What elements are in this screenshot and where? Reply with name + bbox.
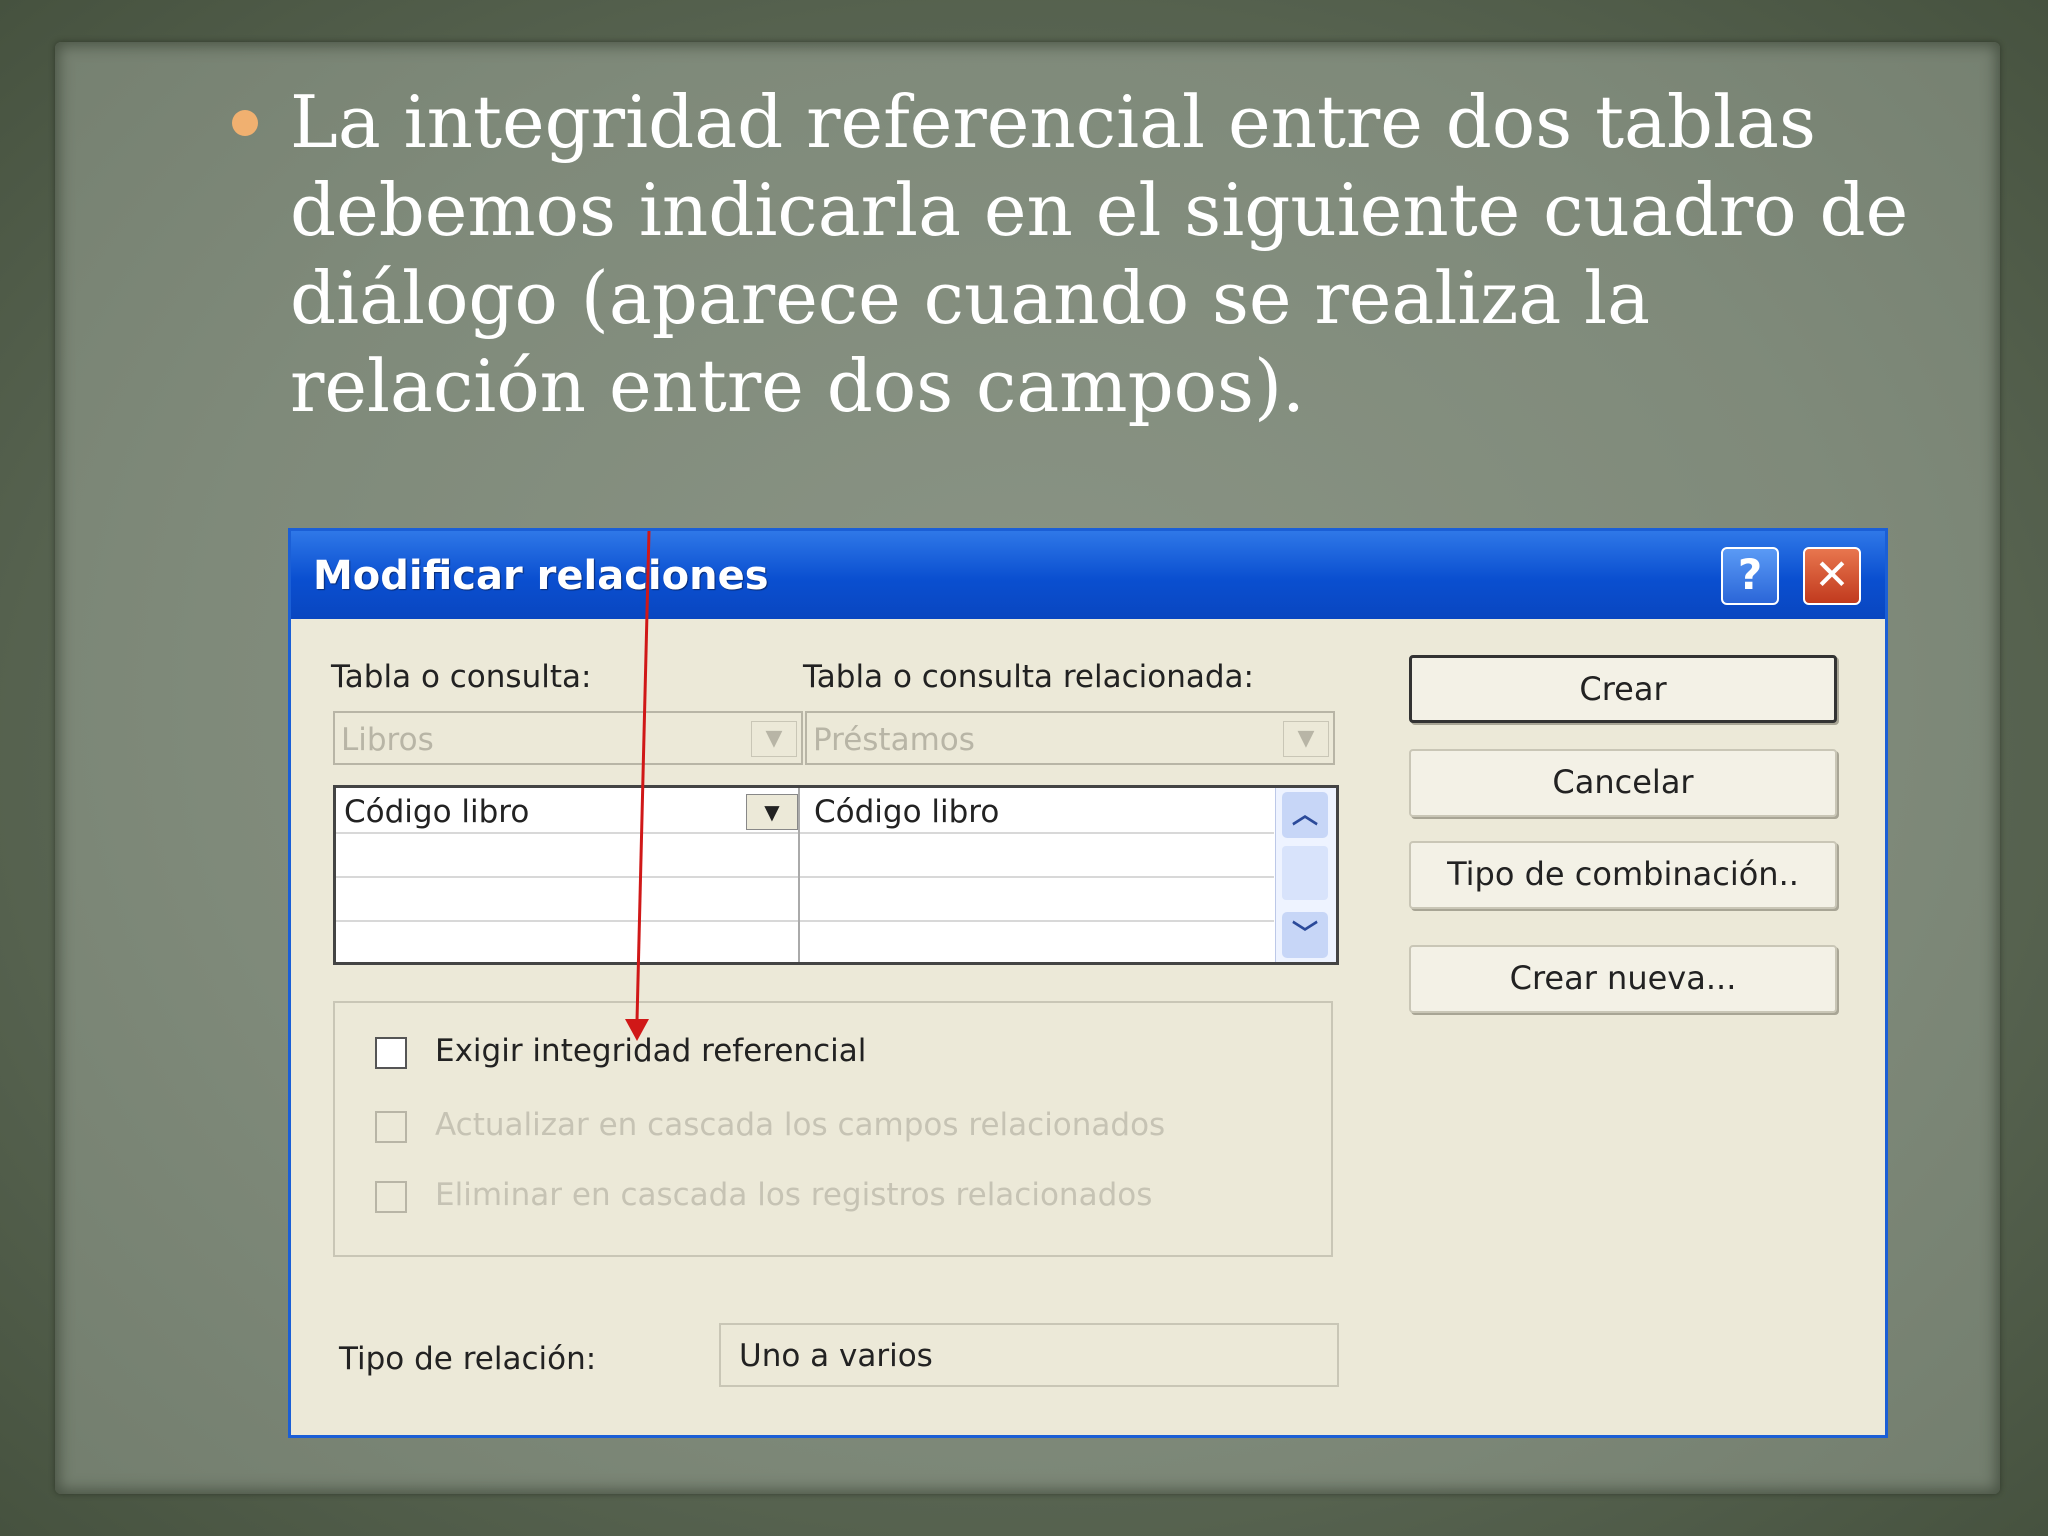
table-combo-value: Libros <box>341 722 434 758</box>
relation-type-field: Uno a varios <box>719 1323 1339 1387</box>
related-table-combo[interactable]: Préstamos ▼ <box>805 711 1335 765</box>
scroll-up-icon[interactable]: ︿ <box>1282 792 1328 838</box>
grid-scrollbar[interactable]: ︿ ﹀ <box>1275 788 1336 962</box>
cascade-delete-label: Eliminar en cascada los registros relaci… <box>435 1177 1153 1213</box>
related-table-label: Tabla o consulta relacionada: <box>803 659 1254 695</box>
join-type-button[interactable]: Tipo de combinación.. <box>1409 841 1837 909</box>
bullet-icon <box>232 110 258 136</box>
create-button[interactable]: Crear <box>1409 655 1837 723</box>
field-right-cell[interactable]: Código libro <box>814 794 999 830</box>
dialog-title: Modificar relaciones <box>313 553 769 599</box>
close-button[interactable]: ✕ <box>1803 547 1861 605</box>
enforce-integrity-checkbox[interactable] <box>375 1037 407 1069</box>
modify-relations-dialog: Modificar relaciones ? ✕ Tabla o consult… <box>288 528 1888 1438</box>
create-new-button[interactable]: Crear nueva... <box>1409 945 1837 1013</box>
related-table-combo-value: Préstamos <box>813 722 975 758</box>
slide-text: La integridad referencial entre dos tabl… <box>290 80 1909 428</box>
relation-type-label: Tipo de relación: <box>339 1341 597 1377</box>
dialog-titlebar[interactable]: Modificar relaciones ? ✕ <box>291 531 1885 619</box>
integrity-options-group: Exigir integridad referencial Actualizar… <box>333 1001 1333 1257</box>
cascade-delete-checkbox[interactable] <box>375 1181 407 1213</box>
enforce-integrity-label[interactable]: Exigir integridad referencial <box>435 1033 866 1069</box>
cascade-update-label: Actualizar en cascada los campos relacio… <box>435 1107 1166 1143</box>
scroll-down-icon[interactable]: ﹀ <box>1282 912 1328 958</box>
help-button[interactable]: ? <box>1721 547 1779 605</box>
field-left-cell[interactable]: Código libro <box>344 794 529 830</box>
cascade-update-checkbox[interactable] <box>375 1111 407 1143</box>
scroll-thumb[interactable] <box>1282 846 1328 900</box>
chevron-down-icon[interactable]: ▼ <box>746 794 798 830</box>
chevron-down-icon[interactable]: ▼ <box>1283 721 1329 757</box>
chevron-down-icon[interactable]: ▼ <box>751 721 797 757</box>
table-label: Tabla o consulta: <box>331 659 592 695</box>
relation-type-value: Uno a varios <box>739 1338 933 1374</box>
cancel-button[interactable]: Cancelar <box>1409 749 1837 817</box>
field-mapping-grid: Código libro ▼ Código libro ︿ ﹀ <box>333 785 1339 965</box>
table-combo[interactable]: Libros ▼ <box>333 711 803 765</box>
